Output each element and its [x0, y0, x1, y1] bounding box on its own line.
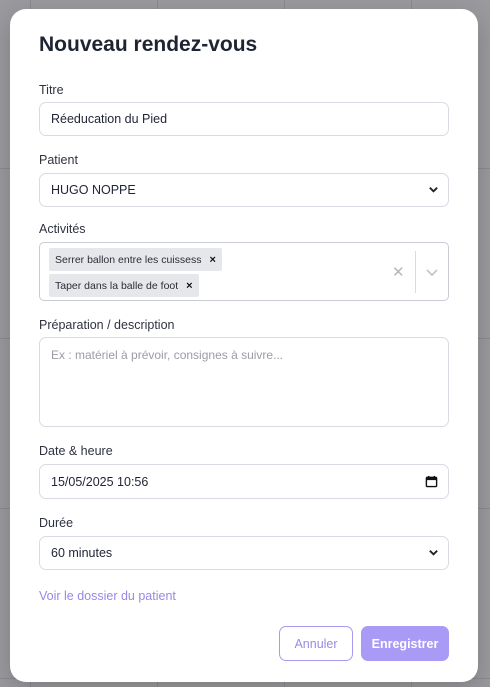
activity-chip: Serrer ballon entre les cuissess ×: [49, 248, 222, 271]
cancel-button[interactable]: Annuler: [279, 626, 353, 661]
divider: [415, 251, 416, 293]
patient-file-link[interactable]: Voir le dossier du patient: [39, 589, 176, 603]
datetime-input[interactable]: 15/05/2025 10:56: [39, 464, 449, 499]
duration-select[interactable]: 60 minutes: [39, 536, 449, 570]
description-textarea[interactable]: Ex : matériel à prévoir, consignes à sui…: [39, 337, 449, 427]
save-button[interactable]: Enregistrer: [361, 626, 449, 661]
datetime-value: 15/05/2025 10:56: [51, 474, 149, 489]
duration-label: Durée: [39, 516, 74, 530]
patient-label: Patient: [39, 153, 78, 167]
activities-multiselect[interactable]: Serrer ballon entre les cuissess × Taper…: [39, 242, 449, 301]
activities-label: Activités: [39, 222, 86, 236]
remove-chip-icon[interactable]: ×: [186, 280, 192, 292]
datetime-label: Date & heure: [39, 444, 113, 458]
patient-select[interactable]: HUGO NOPPE: [39, 173, 449, 207]
patient-select-value: HUGO NOPPE: [51, 183, 136, 197]
chevron-down-icon: [429, 550, 438, 556]
duration-select-value: 60 minutes: [51, 546, 113, 560]
title-input[interactable]: Réeducation du Pied: [39, 102, 449, 136]
appointment-modal: Nouveau rendez-vous Titre Réeducation du…: [10, 9, 478, 682]
remove-chip-icon[interactable]: ×: [209, 254, 215, 266]
calendar-icon[interactable]: [425, 475, 438, 488]
description-label: Préparation / description: [39, 318, 175, 332]
activity-chip: Taper dans la balle de foot ×: [49, 274, 199, 297]
title-label: Titre: [39, 83, 64, 97]
chevron-down-icon[interactable]: [425, 265, 439, 279]
activity-chip-label: Serrer ballon entre les cuissess: [55, 253, 202, 266]
clear-all-icon[interactable]: ✕: [392, 263, 405, 281]
chevron-down-icon: [429, 187, 438, 193]
title-input-value: Réeducation du Pied: [51, 112, 168, 126]
modal-title: Nouveau rendez-vous: [39, 33, 258, 56]
activity-chip-label: Taper dans la balle de foot: [55, 279, 179, 292]
description-placeholder: Ex : matériel à prévoir, consignes à sui…: [51, 348, 284, 362]
